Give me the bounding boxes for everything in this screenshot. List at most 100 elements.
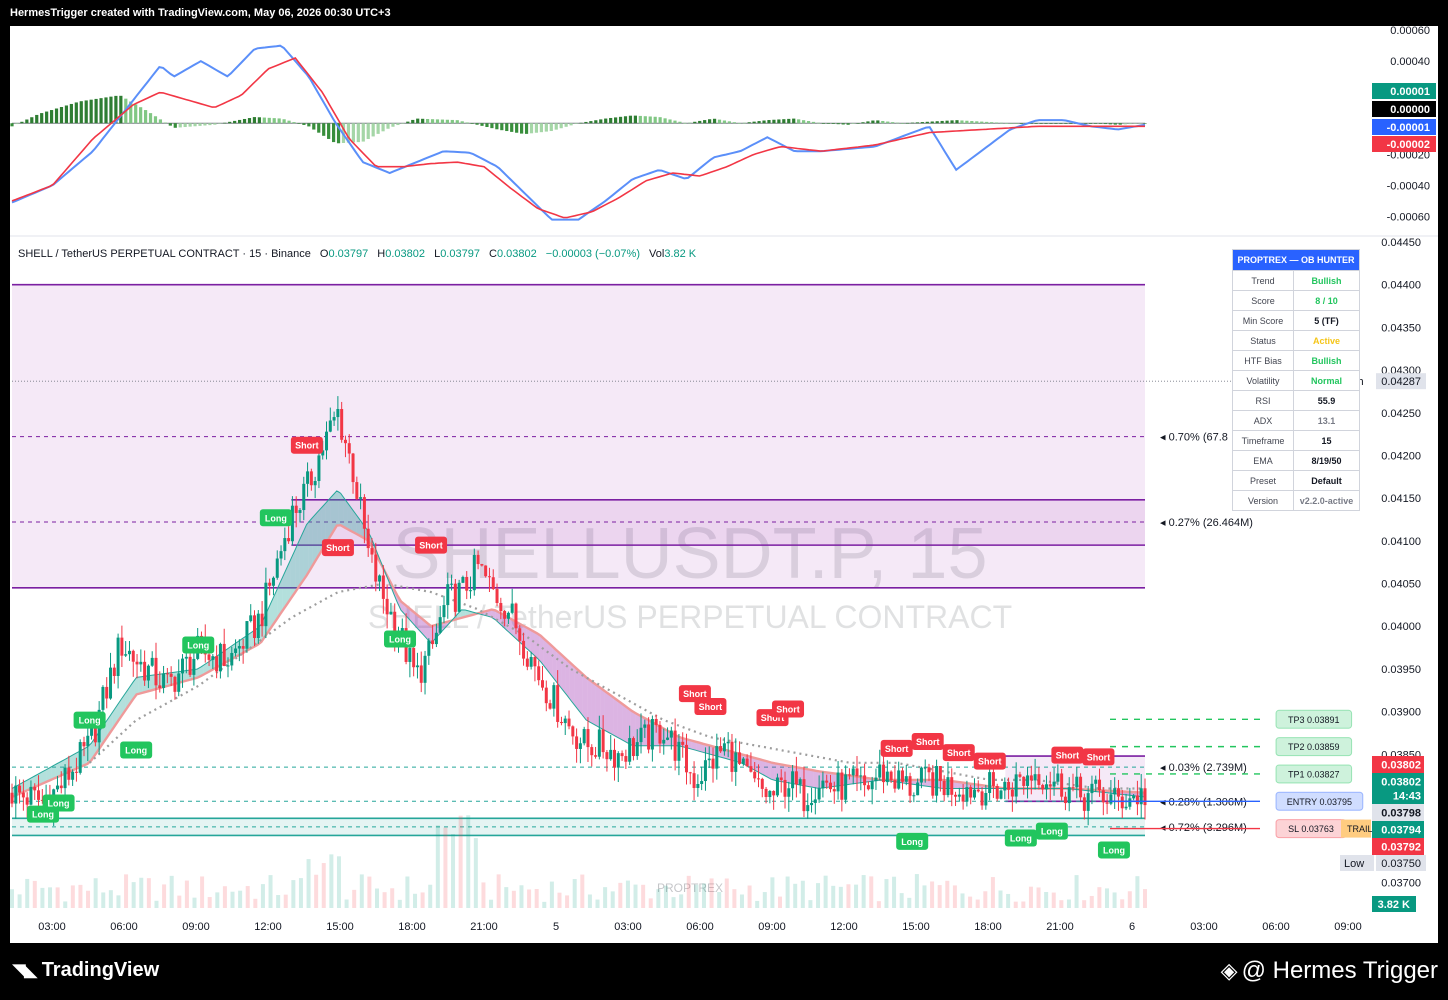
macd-histogram-bar bbox=[1069, 123, 1073, 124]
candle-body bbox=[74, 771, 78, 773]
time-tick-label: 21:00 bbox=[1046, 921, 1074, 933]
macd-histogram-bar bbox=[950, 120, 954, 124]
candle-body bbox=[590, 747, 594, 756]
candle-body bbox=[181, 658, 185, 674]
panel-row: ADX 13.1 bbox=[1232, 410, 1360, 431]
macd-histogram-bar bbox=[1098, 123, 1103, 124]
candle-body bbox=[150, 657, 154, 666]
macd-histogram-bar bbox=[628, 115, 633, 124]
macd-histogram-bar bbox=[609, 117, 613, 124]
macd-histogram-bar bbox=[54, 108, 59, 124]
macd-histogram-bar bbox=[183, 123, 187, 128]
candle-body bbox=[154, 657, 158, 686]
candle-body bbox=[37, 790, 41, 800]
macd-value-text: 0.00001 bbox=[1390, 86, 1430, 98]
chart-svg[interactable]: SHELLUSDT.P, 15SHELL / TetherUS PERPETUA… bbox=[0, 0, 1448, 1000]
candle-body bbox=[271, 577, 275, 586]
volume-bar bbox=[1006, 893, 1011, 908]
volume-bar bbox=[800, 880, 805, 908]
macd-histogram-bar bbox=[153, 116, 158, 124]
tradingview-logo[interactable]: ◥◣ TradingView bbox=[12, 959, 159, 982]
symbol-title: SHELL / TetherUS PERPETUAL CONTRACT · 15… bbox=[18, 248, 311, 260]
candle-body bbox=[984, 792, 988, 806]
macd-histogram-bar bbox=[757, 121, 761, 124]
macd-histogram-bar bbox=[638, 115, 642, 124]
volume-bar bbox=[154, 900, 159, 908]
macd-histogram-bar bbox=[203, 123, 207, 126]
candle-body bbox=[162, 673, 166, 688]
candle-body bbox=[851, 768, 855, 776]
candle-body bbox=[506, 612, 510, 619]
macd-histogram-bar bbox=[881, 120, 885, 124]
panel-row: Trend Bullish bbox=[1232, 270, 1360, 291]
panel-key: ADX bbox=[1232, 410, 1294, 431]
panel-key: Min Score bbox=[1232, 310, 1294, 331]
candle-body bbox=[525, 658, 529, 667]
macd-histogram-bar bbox=[45, 111, 49, 124]
panel-row: EMA 8/19/50 bbox=[1232, 450, 1360, 471]
volume-bar bbox=[131, 882, 136, 908]
macd-histogram-bar bbox=[623, 116, 628, 124]
candle-body bbox=[211, 656, 215, 660]
macd-histogram-bar bbox=[787, 118, 791, 124]
candle-body bbox=[541, 680, 545, 688]
signal-text: Short bbox=[978, 757, 1002, 767]
candle-body bbox=[484, 565, 488, 577]
candle-body bbox=[1124, 806, 1128, 809]
volume-bar bbox=[899, 893, 904, 908]
ema-ribbon-segment bbox=[617, 700, 623, 740]
macd-histogram-bar bbox=[79, 101, 83, 124]
macd-histogram-bar bbox=[366, 123, 370, 140]
candle-body bbox=[453, 583, 457, 612]
volume-bar bbox=[869, 876, 874, 908]
candle-body bbox=[1120, 796, 1124, 809]
volume-bar bbox=[1112, 892, 1117, 908]
macd-histogram-bar bbox=[515, 123, 519, 133]
candle-body bbox=[946, 777, 950, 796]
macd-histogram-bar bbox=[1093, 123, 1098, 124]
candle-body bbox=[264, 582, 268, 627]
macd-histogram-bar bbox=[257, 117, 261, 124]
candle-body bbox=[700, 781, 704, 785]
candle-body bbox=[366, 528, 370, 549]
macd-tick-label: 0.00060 bbox=[1390, 25, 1430, 37]
candle-body bbox=[802, 779, 806, 812]
candle-body bbox=[1007, 781, 1011, 790]
macd-histogram-bar bbox=[30, 117, 34, 124]
trail-text: TRAIL bbox=[1347, 824, 1373, 834]
volume-bar bbox=[253, 898, 258, 908]
candle-body bbox=[143, 661, 147, 681]
macd-histogram-bar bbox=[797, 119, 801, 124]
candle-body bbox=[673, 730, 677, 761]
candle-body bbox=[33, 786, 37, 791]
volume-bar bbox=[762, 892, 767, 908]
macd-histogram-bar bbox=[490, 123, 494, 129]
candle-body bbox=[423, 655, 427, 683]
macd-histogram-bar bbox=[569, 123, 573, 126]
candle-body bbox=[21, 792, 25, 798]
liquidity-level-label: ◂ 0.72% (3.296M) bbox=[1160, 822, 1247, 834]
candle-body bbox=[325, 431, 329, 451]
low-tag: Low bbox=[1344, 858, 1364, 870]
candle-body bbox=[18, 785, 22, 793]
candle-body bbox=[893, 780, 897, 789]
volume-bar bbox=[968, 896, 973, 908]
ema-ribbon-segment bbox=[303, 522, 309, 580]
liquidity-level-label: ◂ 0.27% (26.464M) bbox=[1160, 517, 1253, 529]
macd-histogram-bar bbox=[465, 122, 469, 124]
macd-histogram-bar bbox=[1113, 123, 1117, 125]
macd-histogram-bar bbox=[89, 99, 93, 124]
candle-body bbox=[381, 575, 385, 599]
macd-histogram-bar bbox=[792, 118, 796, 124]
macd-histogram-bar bbox=[1084, 123, 1088, 124]
macd-histogram-bar bbox=[213, 123, 217, 125]
candle-body bbox=[351, 453, 355, 483]
macd-histogram-bar bbox=[475, 123, 479, 125]
candle-body bbox=[1101, 790, 1105, 803]
volume-bar bbox=[321, 863, 326, 908]
candle-body bbox=[954, 794, 958, 797]
ema-ribbon-segment bbox=[591, 681, 596, 726]
candle-body bbox=[1048, 784, 1052, 787]
macd-histogram-bar bbox=[574, 123, 578, 124]
candle-body bbox=[1135, 795, 1139, 805]
